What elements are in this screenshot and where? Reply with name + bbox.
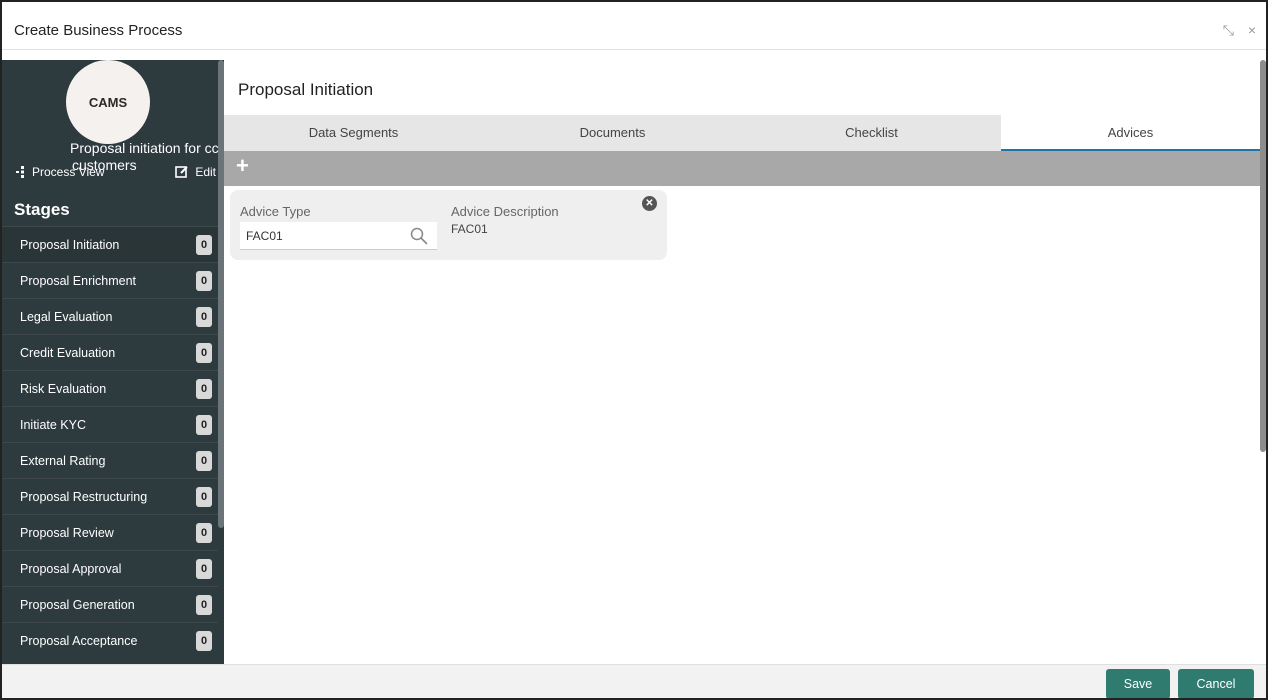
tab-bar: Data Segments Documents Checklist Advice… xyxy=(224,115,1260,151)
stage-count-badge: 0 xyxy=(196,594,212,615)
stage-count-badge: 0 xyxy=(196,270,212,291)
stage-count-badge: 0 xyxy=(196,630,212,651)
stage-count-badge: 0 xyxy=(196,378,212,399)
cancel-button[interactable]: Cancel xyxy=(1178,669,1254,698)
stage-count-badge: 0 xyxy=(196,450,212,471)
edit-label: Edit xyxy=(195,165,216,179)
stage-item-proposal-review[interactable]: Proposal Review 0 xyxy=(2,514,218,550)
tab-documents[interactable]: Documents xyxy=(483,115,742,151)
page-title: Proposal Initiation xyxy=(238,80,374,99)
stage-label: Proposal Enrichment xyxy=(20,273,137,288)
search-icon[interactable] xyxy=(409,226,429,246)
stage-item-proposal-enrichment[interactable]: Proposal Enrichment 0 xyxy=(2,262,218,298)
process-view-button[interactable]: Process View xyxy=(16,165,104,179)
stage-count-badge: 0 xyxy=(196,342,212,363)
stage-label: Proposal Review xyxy=(20,525,114,540)
tab-checklist[interactable]: Checklist xyxy=(742,115,1001,151)
stage-count-badge: 0 xyxy=(196,486,212,507)
save-button[interactable]: Save xyxy=(1106,669,1170,698)
stage-item-proposal-approval[interactable]: Proposal Approval 0 xyxy=(2,550,218,586)
stage-item-initiate-kyc[interactable]: Initiate KYC 0 xyxy=(2,406,218,442)
stage-count-badge: 0 xyxy=(196,558,212,579)
create-business-process-window: Create Business Process ⤡ × CAMS Proposa… xyxy=(0,0,1268,700)
stage-count-badge: 0 xyxy=(196,234,212,255)
tab-data-segments[interactable]: Data Segments xyxy=(224,115,483,151)
close-icon[interactable]: × xyxy=(1248,22,1256,38)
stage-item-legal-evaluation[interactable]: Legal Evaluation 0 xyxy=(2,298,218,334)
stage-item-proposal-generation[interactable]: Proposal Generation 0 xyxy=(2,586,218,622)
stage-count-badge: 0 xyxy=(196,306,212,327)
add-toolbar: + xyxy=(224,151,1260,186)
stage-count-badge: 0 xyxy=(196,414,212,435)
stages-title: Stages xyxy=(14,200,70,219)
process-actions: Process View Edit xyxy=(16,165,216,179)
advice-type-label: Advice Type xyxy=(240,204,311,219)
logo-text: CAMS xyxy=(88,94,128,110)
add-icon[interactable]: + xyxy=(236,155,249,177)
footer-bar: Save Cancel xyxy=(2,664,1266,698)
stage-label: Initiate KYC xyxy=(20,417,87,432)
stage-item-credit-evaluation[interactable]: Credit Evaluation 0 xyxy=(2,334,218,370)
tab-advices[interactable]: Advices xyxy=(1001,115,1260,151)
logo: CAMS xyxy=(66,60,150,144)
stage-item-risk-evaluation[interactable]: Risk Evaluation 0 xyxy=(2,370,218,406)
window-controls: ⤡ × xyxy=(1213,22,1256,39)
stage-label: External Rating xyxy=(20,453,106,468)
stage-label: Proposal Generation xyxy=(20,597,135,612)
stage-count-badge: 0 xyxy=(196,522,212,543)
stage-label: Proposal Initiation xyxy=(20,237,120,252)
process-view-label: Process View xyxy=(32,165,105,179)
advice-description-value: FAC01 xyxy=(451,222,488,236)
process-view-icon xyxy=(16,166,24,178)
stage-list: Proposal Initiation 0 Proposal Enrichment… xyxy=(2,226,218,658)
minimize-icon[interactable]: ⤡ xyxy=(1223,22,1234,38)
stage-item-proposal-acceptance[interactable]: Proposal Acceptance 0 xyxy=(2,622,218,658)
stage-label: Proposal Acceptance xyxy=(20,633,138,648)
edit-button[interactable]: Edit xyxy=(175,165,216,179)
stage-label: Risk Evaluation xyxy=(20,381,107,396)
advice-description-label: Advice Description xyxy=(451,204,559,219)
window-title: Create Business Process xyxy=(14,22,183,39)
title-bar: Create Business Process ⤡ × xyxy=(2,2,1266,50)
advice-type-value: FAC01 xyxy=(246,229,283,243)
stage-item-proposal-restructuring[interactable]: Proposal Restructuring 0 xyxy=(2,478,218,514)
stage-label: Credit Evaluation xyxy=(20,345,116,360)
process-name-line1: Proposal initiation for cc xyxy=(70,140,219,156)
close-icon[interactable]: ✕ xyxy=(642,196,657,211)
stage-item-external-rating[interactable]: External Rating 0 xyxy=(2,442,218,478)
advice-card: ✕ Advice Type FAC01 Advice Description F… xyxy=(230,190,667,260)
main-scrollbar[interactable] xyxy=(1260,60,1266,452)
stage-label: Proposal Restructuring xyxy=(20,489,148,504)
stage-label: Legal Evaluation xyxy=(20,309,113,324)
stage-item-proposal-initiation[interactable]: Proposal Initiation 0 xyxy=(2,226,218,262)
sidebar: CAMS Proposal initiation for cc customer… xyxy=(2,60,224,664)
advice-type-input[interactable]: FAC01 xyxy=(240,222,437,250)
main-panel: Proposal Initiation Data Segments Docume… xyxy=(224,60,1266,664)
stage-label: Proposal Approval xyxy=(20,561,122,576)
edit-icon xyxy=(175,166,189,178)
